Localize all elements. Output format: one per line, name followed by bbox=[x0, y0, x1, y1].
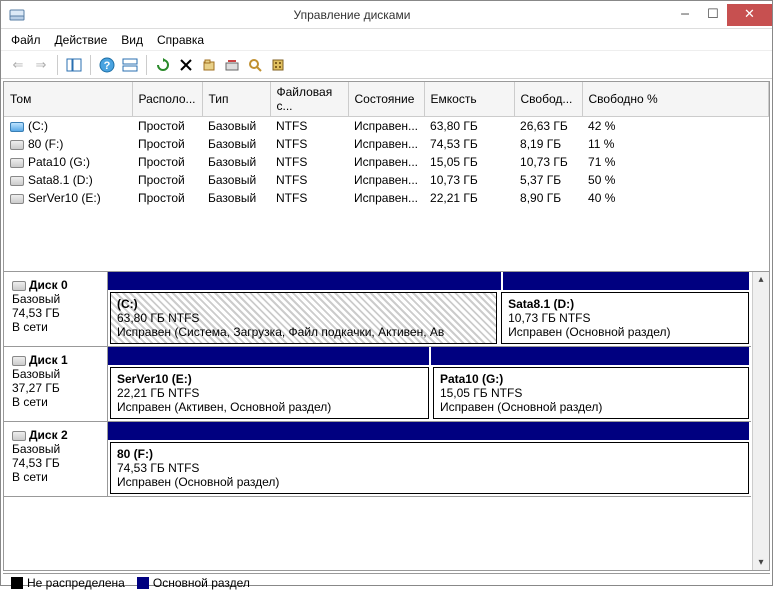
disk-partitions: 80 (F:)74,53 ГБ NTFSИсправен (Основной р… bbox=[108, 422, 751, 496]
drive-icon bbox=[10, 194, 24, 204]
volume-table: Том Располо... Тип Файловая с... Состоян… bbox=[4, 82, 769, 207]
menu-help[interactable]: Справка bbox=[157, 33, 204, 47]
col-capacity[interactable]: Емкость bbox=[424, 82, 514, 117]
col-layout[interactable]: Располо... bbox=[132, 82, 202, 117]
disk-info[interactable]: Диск 2Базовый74,53 ГБВ сети bbox=[4, 422, 108, 496]
legend-swatch-black bbox=[11, 577, 23, 589]
toolbar: ⇐ ⇒ ? bbox=[1, 51, 772, 79]
col-free[interactable]: Свобод... bbox=[514, 82, 582, 117]
legend-swatch-navy bbox=[137, 577, 149, 589]
maximize-button[interactable]: ☐ bbox=[699, 4, 727, 26]
settings-button[interactable] bbox=[267, 54, 289, 76]
app-icon bbox=[7, 5, 27, 25]
toolbar-separator bbox=[57, 55, 58, 75]
back-button[interactable]: ⇐ bbox=[7, 54, 29, 76]
legend-primary: Основной раздел bbox=[137, 576, 250, 590]
show-hide-console-button[interactable] bbox=[63, 54, 85, 76]
volume-row[interactable]: 80 (F:)ПростойБазовыйNTFSИсправен...74,5… bbox=[4, 135, 769, 153]
forward-button[interactable]: ⇒ bbox=[30, 54, 52, 76]
disk-header-bar bbox=[108, 347, 751, 365]
partition[interactable]: Sata8.1 (D:)10,73 ГБ NTFSИсправен (Основ… bbox=[501, 292, 749, 344]
legend-unallocated-label: Не распределена bbox=[27, 576, 125, 590]
disk-icon bbox=[12, 431, 26, 441]
minimize-button[interactable]: ─ bbox=[671, 4, 699, 26]
properties-button[interactable] bbox=[198, 54, 220, 76]
disk-icon bbox=[12, 356, 26, 366]
svg-text:?: ? bbox=[104, 60, 111, 72]
col-freepct[interactable]: Свободно % bbox=[582, 82, 768, 117]
col-type[interactable]: Тип bbox=[202, 82, 270, 117]
partition[interactable]: 80 (F:)74,53 ГБ NTFSИсправен (Основной р… bbox=[110, 442, 749, 494]
toolbar-separator bbox=[146, 55, 147, 75]
close-button[interactable]: ✕ bbox=[727, 4, 772, 26]
scroll-down-icon[interactable]: ▾ bbox=[758, 555, 763, 570]
disk-icon bbox=[12, 281, 26, 291]
help-button[interactable]: ? bbox=[96, 54, 118, 76]
menu-file[interactable]: Файл bbox=[11, 33, 41, 47]
volume-row[interactable]: (C:)ПростойБазовыйNTFSИсправен...63,80 Г… bbox=[4, 117, 769, 136]
drive-icon bbox=[10, 176, 24, 186]
col-status[interactable]: Состояние bbox=[348, 82, 424, 117]
titlebar: Управление дисками ─ ☐ ✕ bbox=[1, 1, 772, 29]
drive-icon bbox=[10, 158, 24, 168]
volume-row[interactable]: Pata10 (G:)ПростойБазовыйNTFSИсправен...… bbox=[4, 153, 769, 171]
volume-list-pane[interactable]: Том Располо... Тип Файловая с... Состоян… bbox=[4, 82, 769, 272]
partition[interactable]: Pata10 (G:)15,05 ГБ NTFSИсправен (Основн… bbox=[433, 367, 749, 419]
menu-action[interactable]: Действие bbox=[55, 33, 108, 47]
window-title: Управление дисками bbox=[33, 8, 671, 22]
col-fs[interactable]: Файловая с... bbox=[270, 82, 348, 117]
disk-map-pane[interactable]: Диск 0Базовый74,53 ГБВ сети(C:)63,80 ГБ … bbox=[4, 272, 769, 570]
toolbar-separator bbox=[90, 55, 91, 75]
disk-partitions: SerVer10 (E:)22,21 ГБ NTFSИсправен (Акти… bbox=[108, 347, 751, 421]
scroll-up-icon[interactable]: ▴ bbox=[758, 272, 763, 287]
disk-header-bar bbox=[108, 272, 751, 290]
drive-icon bbox=[10, 122, 24, 132]
menubar: Файл Действие Вид Справка bbox=[1, 29, 772, 51]
delete-button[interactable] bbox=[175, 54, 197, 76]
disk-row: Диск 1Базовый37,27 ГБВ сетиSerVer10 (E:)… bbox=[4, 347, 751, 422]
disk-header-bar bbox=[108, 422, 751, 440]
partition[interactable]: (C:)63,80 ГБ NTFSИсправен (Система, Загр… bbox=[110, 292, 497, 344]
scrollbar[interactable]: ▴ ▾ bbox=[752, 272, 769, 570]
layout-button[interactable] bbox=[119, 54, 141, 76]
col-volume[interactable]: Том bbox=[4, 82, 132, 117]
refresh-button[interactable] bbox=[152, 54, 174, 76]
volume-row[interactable]: SerVer10 (E:)ПростойБазовыйNTFSИсправен.… bbox=[4, 189, 769, 207]
disk-info[interactable]: Диск 1Базовый37,27 ГБВ сети bbox=[4, 347, 108, 421]
legend-unallocated: Не распределена bbox=[11, 576, 125, 590]
content-area: Том Располо... Тип Файловая с... Состоян… bbox=[3, 81, 770, 571]
search-button[interactable] bbox=[244, 54, 266, 76]
disk-row: Диск 2Базовый74,53 ГБВ сети80 (F:)74,53 … bbox=[4, 422, 751, 497]
volume-row[interactable]: Sata8.1 (D:)ПростойБазовыйNTFSИсправен..… bbox=[4, 171, 769, 189]
partition[interactable]: SerVer10 (E:)22,21 ГБ NTFSИсправен (Акти… bbox=[110, 367, 429, 419]
disk-partitions: (C:)63,80 ГБ NTFSИсправен (Система, Загр… bbox=[108, 272, 751, 346]
disk-info[interactable]: Диск 0Базовый74,53 ГБВ сети bbox=[4, 272, 108, 346]
drive-icon bbox=[10, 140, 24, 150]
rescan-button[interactable] bbox=[221, 54, 243, 76]
legend-primary-label: Основной раздел bbox=[153, 576, 250, 590]
legend: Не распределена Основной раздел bbox=[3, 573, 770, 591]
disk-row: Диск 0Базовый74,53 ГБВ сети(C:)63,80 ГБ … bbox=[4, 272, 751, 347]
menu-view[interactable]: Вид bbox=[121, 33, 143, 47]
